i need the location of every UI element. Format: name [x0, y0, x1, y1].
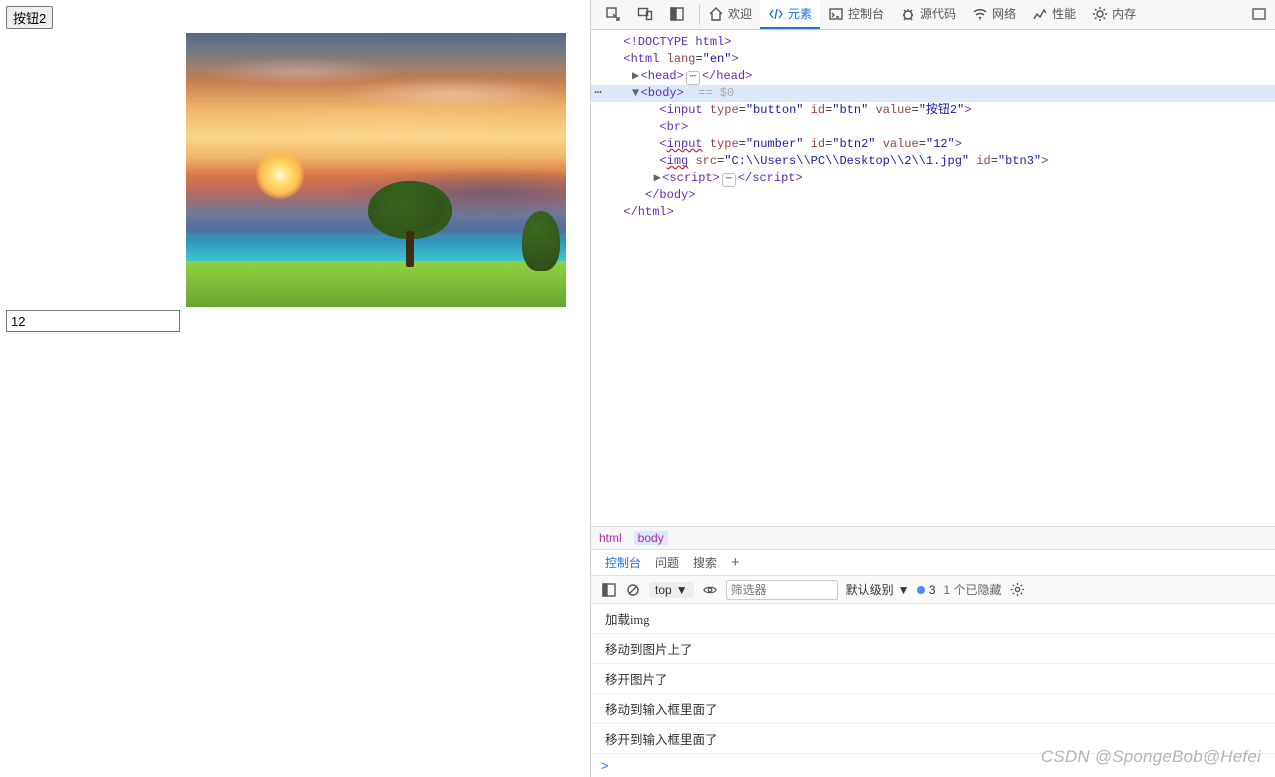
tab-memory[interactable]: 内存 [1084, 0, 1144, 29]
tab-sources[interactable]: 源代码 [892, 0, 964, 29]
gear-icon [1092, 6, 1108, 22]
devtools-panel: 欢迎 元素 控制台 源代码 网络 性能 内存 <!DOCTYPE htm [590, 0, 1275, 777]
console-row[interactable]: 移动到输入框里面了 [591, 694, 1275, 724]
add-tab-button[interactable]: + [731, 554, 740, 571]
log-level-selector[interactable]: 默认级别 ▼ [846, 581, 910, 598]
rendered-page: 按钮2 [0, 0, 590, 777]
chevron-icon [1251, 6, 1267, 22]
tab-label: 欢迎 [728, 5, 752, 22]
ellipsis-icon[interactable]: ⋯ [591, 85, 605, 102]
console-filter-input[interactable] [726, 580, 838, 600]
device-icon [637, 6, 653, 22]
dom-line[interactable]: <input type="button" id="btn" value="按钮2… [591, 102, 1275, 119]
drawer-tab-issues[interactable]: 问题 [655, 554, 679, 571]
console-toolbar: top ▼ 默认级别 ▼ 3 1 个已隐藏 [591, 576, 1275, 604]
settings-gear-icon[interactable] [1010, 582, 1026, 598]
clear-console-icon[interactable] [625, 582, 641, 598]
crumb-body[interactable]: body [634, 531, 668, 545]
toolbar-overflow[interactable] [1243, 0, 1275, 29]
dom-line[interactable]: <input type="number" id="btn2" value="12… [591, 136, 1275, 153]
wifi-icon [972, 6, 988, 22]
ellipsis-icon[interactable]: ⋯ [722, 173, 736, 187]
console-row[interactable]: 移动到图片上了 [591, 634, 1275, 664]
console-row[interactable]: 加载img [591, 604, 1275, 634]
console-row[interactable]: 移开图片了 [591, 664, 1275, 694]
dom-line[interactable]: <img src="C:\\Users\\PC\\Desktop\\2\\1.j… [591, 153, 1275, 170]
tab-label: 性能 [1052, 5, 1076, 22]
home-icon [708, 6, 724, 22]
pointer-icon [605, 6, 621, 22]
tab-console[interactable]: 控制台 [820, 0, 892, 29]
caret-down-icon[interactable]: ▼ [631, 85, 641, 102]
dom-line[interactable]: ▶<script>⋯</script> [591, 170, 1275, 187]
crumb-html[interactable]: html [599, 531, 622, 545]
drawer-tab-console[interactable]: 控制台 [605, 554, 641, 571]
tab-label: 控制台 [848, 5, 884, 22]
dom-line[interactable]: <br> [591, 119, 1275, 136]
tab-elements[interactable]: 元素 [760, 0, 820, 29]
tab-label: 元素 [788, 5, 812, 22]
tab-network[interactable]: 网络 [964, 0, 1024, 29]
tab-performance[interactable]: 性能 [1024, 0, 1084, 29]
dom-line[interactable]: <html lang="en"> [591, 51, 1275, 68]
chevron-down-icon: ▼ [676, 583, 688, 597]
dom-line[interactable]: <!DOCTYPE html> [591, 34, 1275, 51]
tab-welcome[interactable]: 欢迎 [700, 0, 760, 29]
bug-icon [900, 6, 916, 22]
tab-label: 内存 [1112, 5, 1136, 22]
console-prompt[interactable]: > [591, 754, 1275, 777]
devtools-toolbar: 欢迎 元素 控制台 源代码 网络 性能 内存 [591, 0, 1275, 30]
dom-line[interactable]: </body> [591, 187, 1275, 204]
device-toggle-button[interactable] [629, 0, 661, 29]
tab-label: 源代码 [920, 5, 956, 22]
drawer-tabs: 控制台 问题 搜索 + [591, 550, 1275, 576]
chevron-down-icon: ▼ [898, 583, 910, 597]
breadcrumb: html body [591, 526, 1275, 550]
caret-right-icon[interactable]: ▶ [652, 170, 662, 187]
drawer-tab-search[interactable]: 搜索 [693, 554, 717, 571]
context-selector[interactable]: top ▼ [649, 582, 694, 598]
inspect-element-button[interactable] [597, 0, 629, 29]
caret-right-icon[interactable]: ▶ [631, 68, 641, 85]
dom-line-selected[interactable]: ⋯ ▼<body> == $0 [591, 85, 1275, 102]
count-value: 3 [929, 583, 936, 597]
console-output: 加载img 移动到图片上了 移开图片了 移动到输入框里面了 移开到输入框里面了 … [591, 604, 1275, 777]
selection-marker: == $0 [698, 86, 734, 100]
dom-tree[interactable]: <!DOCTYPE html> <html lang="en"> ▶<head>… [591, 30, 1275, 526]
dock-icon [669, 6, 685, 22]
hidden-count[interactable]: 1 个已隐藏 [944, 581, 1002, 598]
level-label: 默认级别 [846, 581, 894, 598]
message-count[interactable]: 3 [917, 583, 935, 597]
number-input[interactable] [6, 310, 180, 332]
code-icon [768, 6, 784, 22]
button-2[interactable]: 按钮2 [6, 6, 53, 29]
tab-label: 网络 [992, 5, 1016, 22]
dom-line[interactable]: ▶<head>⋯</head> [591, 68, 1275, 85]
dom-line[interactable]: </html> [591, 204, 1275, 221]
console-icon [828, 6, 844, 22]
console-row[interactable]: 移开到输入框里面了 [591, 724, 1275, 754]
live-expression-icon[interactable] [702, 582, 718, 598]
ellipsis-icon[interactable]: ⋯ [686, 71, 700, 85]
page-image[interactable] [186, 33, 566, 307]
sunset-image [186, 33, 566, 307]
sidebar-toggle-icon[interactable] [601, 582, 617, 598]
performance-icon [1032, 6, 1048, 22]
context-label: top [655, 583, 672, 597]
dock-side-button[interactable] [661, 0, 693, 29]
